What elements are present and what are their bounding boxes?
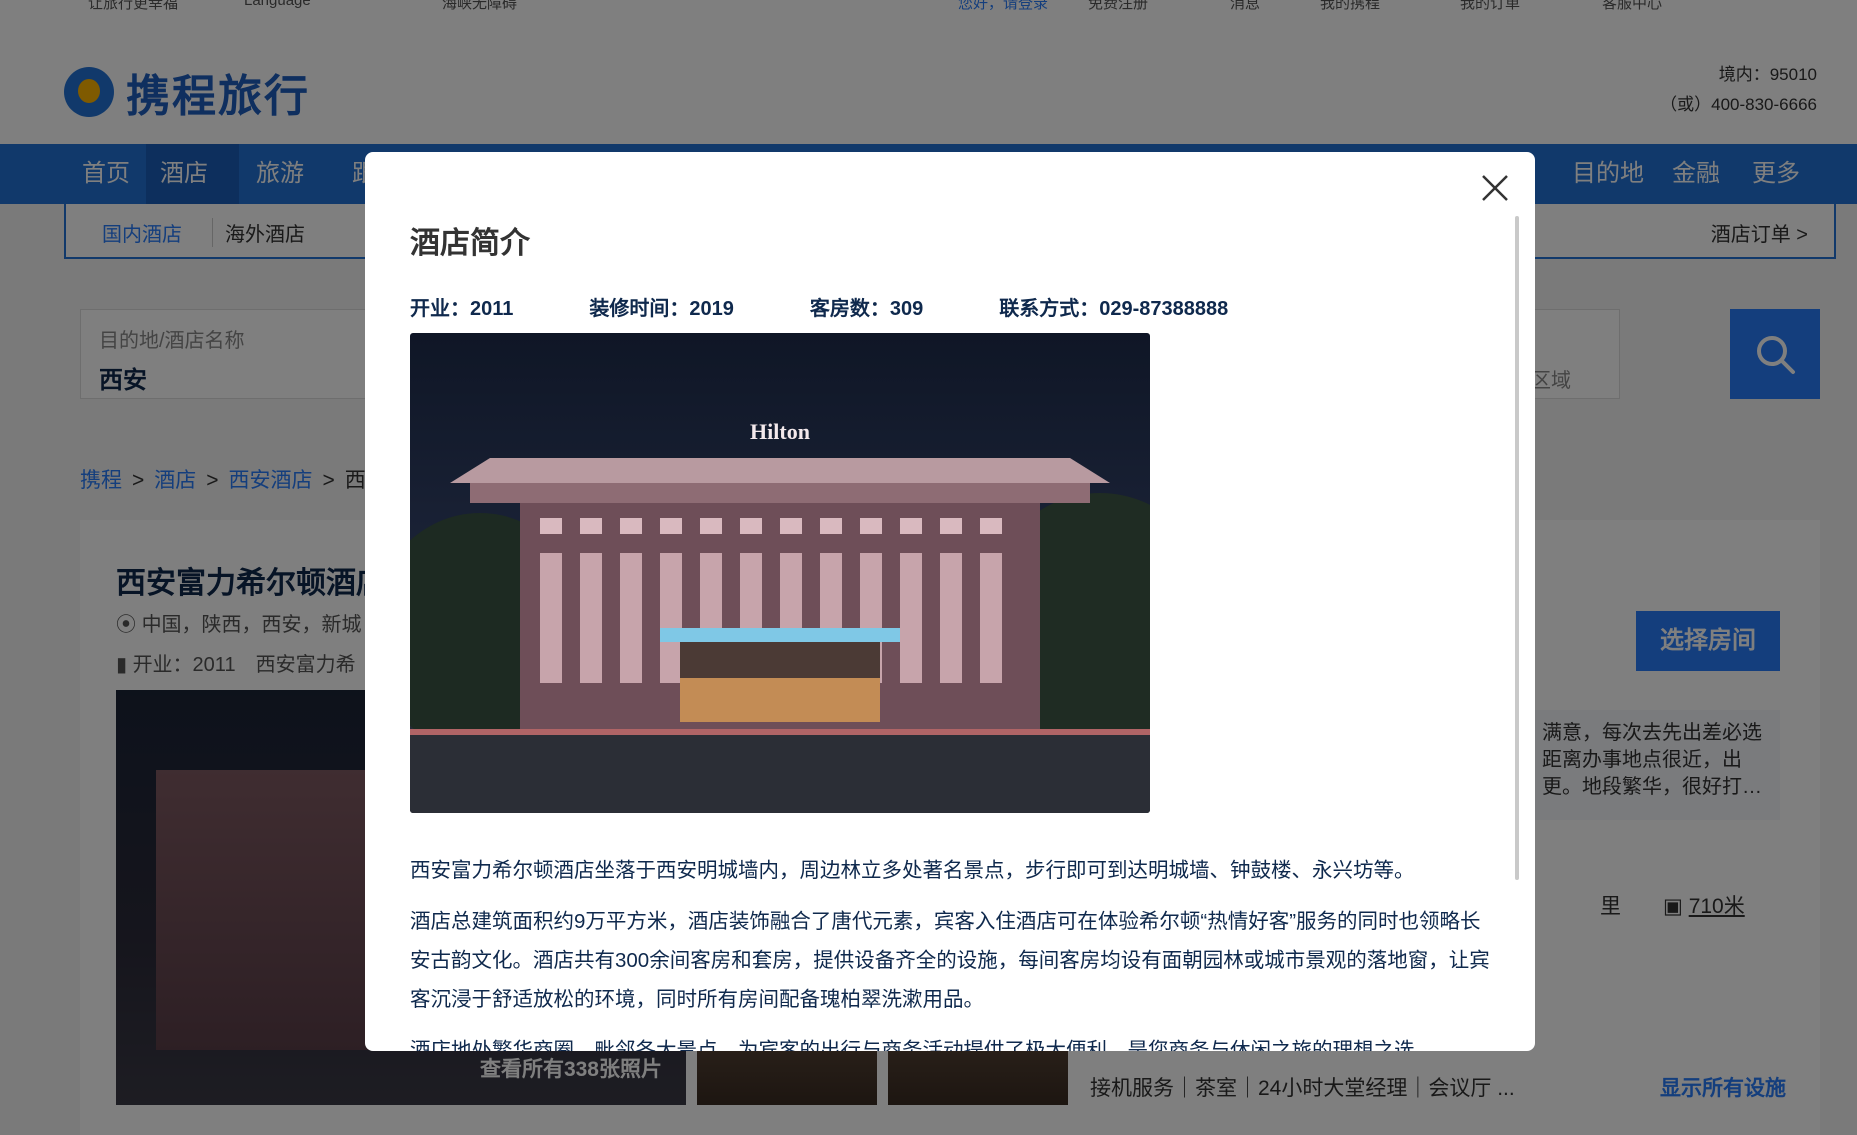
- fact-contact: 联系方式：029-87388888: [999, 298, 1229, 320]
- hotel-facts: 开业：2011 装修时间：2019 客房数：309 联系方式：029-87388…: [410, 292, 1490, 321]
- fact-rooms: 客房数：309: [809, 298, 924, 320]
- modal-scrollbar[interactable]: [1515, 216, 1519, 880]
- close-icon[interactable]: [1477, 170, 1513, 206]
- intro-paragraph-2: 酒店总建筑面积约9万平方米，酒店装饰融合了唐代元素，宾客入住酒店可在体验希尔顿“…: [410, 910, 1490, 1011]
- hilton-sign: Hilton: [750, 419, 810, 444]
- modal-title: 酒店简介: [410, 227, 530, 260]
- intro-paragraph-3: 酒店地处繁华商圈，毗邻各大景点，为宾客的出行与商务活动提供了极大便利，是您商务与…: [410, 1039, 1435, 1051]
- intro-paragraph-1: 西安富力希尔顿酒店坐落于西安明城墙内，周边林立多处著名景点，步行即可到达明城墙、…: [410, 859, 1415, 882]
- fact-opened: 开业：2011: [410, 298, 514, 320]
- fact-renovated: 装修时间：2019: [589, 298, 734, 320]
- modal-content: 酒店简介 开业：2011 装修时间：2019 客房数：309 联系方式：029-…: [410, 218, 1490, 1051]
- hotel-night-illustration: Hilton: [410, 419, 1150, 813]
- hotel-exterior-photo: Hilton: [410, 333, 1150, 813]
- hotel-intro-modal: 酒店简介 开业：2011 装修时间：2019 客房数：309 联系方式：029-…: [365, 152, 1535, 1051]
